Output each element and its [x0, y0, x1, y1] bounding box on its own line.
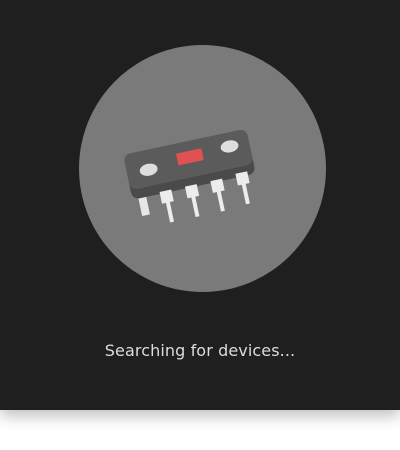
- device-search-screen: Searching for devices...: [0, 0, 400, 410]
- search-illustration: [79, 45, 326, 292]
- searching-status-text: Searching for devices...: [104, 341, 296, 360]
- chip-icon: [124, 129, 255, 223]
